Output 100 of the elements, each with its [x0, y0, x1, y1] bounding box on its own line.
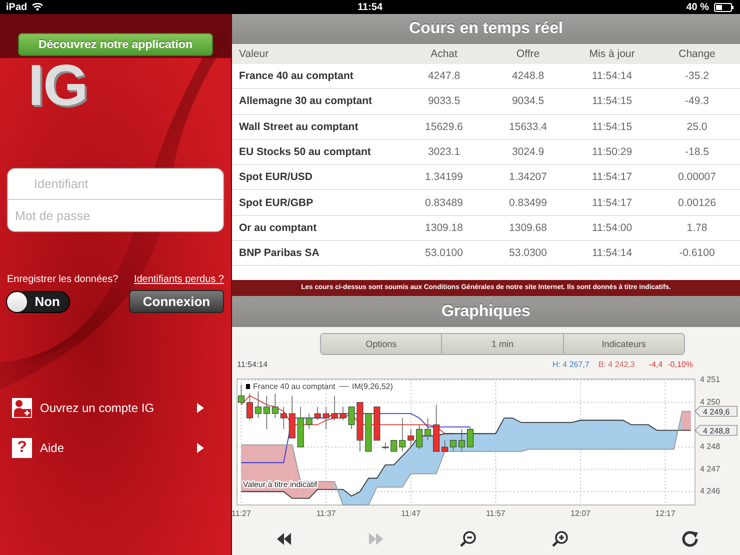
- candlestick: [340, 406, 346, 421]
- candlestick: [331, 395, 338, 421]
- table-cell-text: 15629.6: [424, 120, 464, 133]
- table-cell-text: 1309.18: [424, 222, 464, 234]
- table-cell-text: 1309.68: [508, 222, 548, 234]
- chart-control-button[interactable]: [681, 530, 699, 548]
- segment-button[interactable]: Options: [321, 334, 442, 354]
- y-axis-label: 4 250: [700, 397, 720, 406]
- candlestick: [314, 406, 321, 421]
- legend-marker-icon: [246, 384, 250, 389]
- candlestick: [280, 406, 287, 430]
- candlestick: [442, 440, 448, 452]
- candlestick: [467, 426, 474, 448]
- candlestick: [458, 428, 465, 452]
- table-cell-text: BNP Paribas SA: [238, 247, 320, 260]
- table-cell-text: EU Stocks 50 au comptant: [238, 146, 372, 158]
- table-cell-text: 3023.1: [426, 146, 462, 158]
- fast-forward-icon: [369, 533, 383, 545]
- zoom-out-icon: [460, 531, 476, 547]
- chart-time: 11:54:14: [237, 360, 268, 368]
- candlestick: [348, 406, 355, 430]
- candlestick: [433, 404, 440, 452]
- chart-control-button[interactable]: [552, 531, 568, 547]
- candlestick: [365, 413, 372, 452]
- x-axis-label: 11:47: [401, 509, 421, 518]
- table-cell-text: -18.5: [684, 146, 710, 158]
- y-axis-label: 4 246: [700, 486, 720, 496]
- battery-icon: [714, 2, 734, 12]
- chart-note: Valeur à titre indicatif: [243, 480, 318, 489]
- candlestick: [263, 395, 270, 430]
- candlestick: [246, 393, 253, 421]
- table-cell-text: France 40 au comptant: [238, 70, 354, 82]
- table-cell-text: 0.00007: [677, 171, 717, 184]
- table-cell-text: 1.34207: [508, 171, 548, 184]
- column-header: Mis à jour: [588, 48, 636, 60]
- candlestick: [322, 406, 330, 430]
- low-value: B: 4 242,3: [598, 360, 635, 368]
- table-cell-text: 1.78: [686, 222, 708, 234]
- table-cell-text: Wall Street au comptant: [238, 120, 360, 133]
- login-button[interactable]: Connexion: [129, 290, 224, 313]
- x-axis-label: 12:17: [655, 509, 676, 518]
- table-cell-text: 53.0300: [508, 247, 548, 260]
- candlestick: [272, 393, 278, 418]
- candlestick: [254, 390, 262, 418]
- table-cell-text: 4247.8: [426, 70, 462, 82]
- change-value: -4,4: [648, 360, 663, 368]
- segment-button[interactable]: Indicateurs: [562, 334, 684, 354]
- device-name: iPad: [6, 2, 28, 12]
- chart-control-button[interactable]: [460, 531, 476, 547]
- candlestick: [297, 406, 304, 448]
- x-axis-label: 12:07: [570, 509, 591, 518]
- toggle-switch[interactable]: Non: [6, 290, 70, 312]
- x-axis-label: 11:57: [486, 509, 506, 518]
- table-cell-text: 11:54:17: [590, 196, 634, 209]
- section-title: Cours en temps réel: [232, 14, 740, 44]
- candlestick: [374, 406, 380, 441]
- candlestick: [356, 402, 364, 452]
- legend-label: IM(9,26,52): [352, 382, 393, 391]
- clock-time: 11:54: [357, 2, 383, 12]
- candlestick: [399, 418, 406, 452]
- table-cell-text: 9034.5: [510, 95, 546, 108]
- table-cell-text: 11:54:17: [590, 171, 634, 184]
- table-cell-text: 53.0100: [424, 247, 464, 260]
- x-axis-label: 11:37: [316, 509, 336, 518]
- price-tag: 4 249,6: [694, 406, 738, 417]
- segment-button[interactable]: 1 min: [441, 334, 563, 354]
- section-title: Graphiques: [232, 296, 740, 327]
- x-axis-label: 11:27: [232, 509, 251, 518]
- menu-item[interactable]: ? Aide: [12, 438, 204, 458]
- table-cell-text: 0.83489: [424, 196, 464, 209]
- table-cell-text: 11:50:29: [590, 146, 634, 158]
- candlestick: [408, 428, 414, 448]
- table-cell-text: 11:54:14: [590, 247, 634, 260]
- table-cell-text: 11:54:15: [590, 95, 634, 108]
- text-field[interactable]: Mot de passe: [7, 200, 224, 232]
- candlestick: [382, 442, 389, 450]
- column-header: Valeur: [238, 48, 270, 60]
- y-axis-label: 4 247: [700, 464, 720, 474]
- rewind-icon: [277, 533, 291, 545]
- candlestick: [306, 413, 312, 430]
- chart-control-button[interactable]: [277, 533, 291, 545]
- table-cell-text: 3024.9: [510, 146, 546, 158]
- help-icon: ?: [12, 438, 32, 458]
- table-cell-text: 11:54:14: [590, 70, 634, 82]
- candlestick: [288, 395, 296, 438]
- y-axis-label: 4 248: [700, 442, 720, 452]
- legend-line-icon: [338, 386, 350, 387]
- change-percent: -0,10%: [668, 360, 693, 368]
- candlestick: [424, 418, 432, 441]
- zoom-in-icon: [552, 531, 568, 547]
- table-cell-text: 15633.4: [508, 120, 548, 133]
- table-cell-text: 0.00126: [677, 196, 717, 209]
- y-axis-label: 4 251: [700, 376, 720, 384]
- menu-item[interactable]: Ouvrez un compte IG: [12, 398, 204, 418]
- text-field[interactable]: Identifiant: [7, 168, 224, 200]
- table-cell-text: -0.6100: [678, 247, 716, 260]
- user-add-icon: [12, 398, 32, 418]
- candlestick: [390, 440, 398, 452]
- forgot-link[interactable]: Identifiants perdus ?: [134, 274, 224, 284]
- logo: IG: [28, 60, 88, 112]
